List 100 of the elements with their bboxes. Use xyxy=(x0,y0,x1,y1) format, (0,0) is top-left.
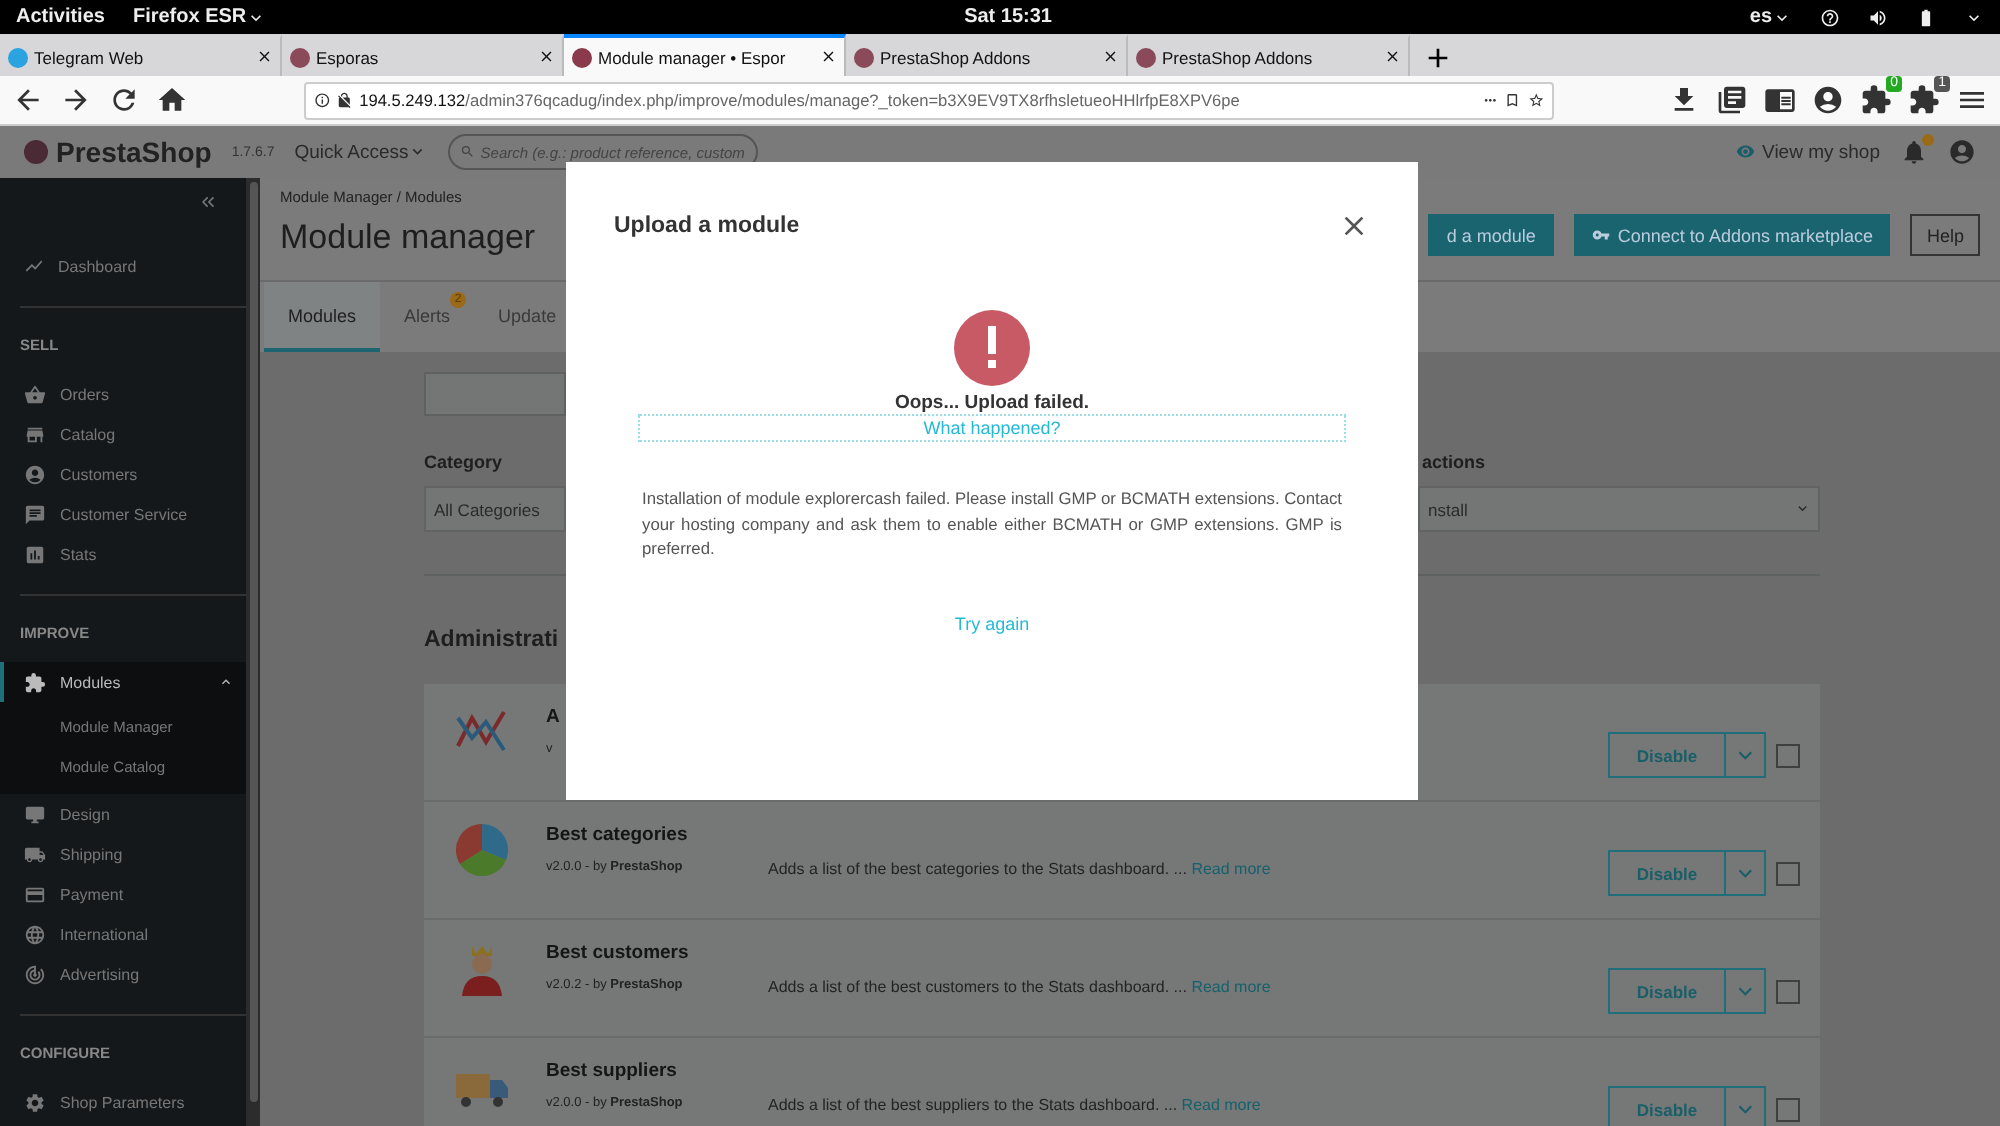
favicon-icon xyxy=(854,47,874,67)
what-happened-link[interactable]: What happened? xyxy=(638,414,1346,442)
module-name: Best suppliers xyxy=(546,1060,679,1082)
sidebar-item[interactable]: Customers xyxy=(0,454,246,494)
module-description: Adds a list of the best categories to the Stats dashboard. ... Read more xyxy=(768,860,1271,878)
insecure-lock-icon[interactable] xyxy=(336,91,354,109)
sidebar-item[interactable]: Dashboard xyxy=(0,246,246,286)
store-icon xyxy=(24,423,46,445)
page-tab[interactable]: Update xyxy=(474,282,557,352)
sidebar-item[interactable]: International xyxy=(0,914,246,954)
bell-icon[interactable] xyxy=(1900,138,1928,166)
category-select[interactable]: All Categories xyxy=(424,486,566,532)
close-icon[interactable] xyxy=(1101,48,1118,66)
extension-icon[interactable] xyxy=(1908,84,1940,116)
error-icon xyxy=(954,310,1030,386)
bulk-actions-label: actions xyxy=(1420,452,1488,472)
module-name: A xyxy=(546,706,562,728)
module-description: Adds a list of the best suppliers to the Stats dashboard. ... Read more xyxy=(768,1096,1261,1114)
bar-chart-icon xyxy=(24,543,46,565)
header-button[interactable]: d a module xyxy=(1428,214,1554,256)
truck-icon xyxy=(24,843,46,865)
checkbox[interactable] xyxy=(1776,743,1800,767)
sidebar-item[interactable]: Stats xyxy=(0,534,246,574)
language-menu[interactable]: es xyxy=(1749,6,1793,28)
trend-icon xyxy=(24,256,44,276)
forward-icon[interactable] xyxy=(60,84,92,116)
tab-title: Telegram Web xyxy=(34,47,146,67)
globe-icon xyxy=(24,923,46,945)
back-icon[interactable] xyxy=(12,84,44,116)
url-field[interactable]: 194.5.249.132/admin376qcadug/index.php/improve/modules/manage?_token=b3X9EV9TX8rfhsletueoHHlrfpE8XPV6pe xyxy=(304,81,1554,119)
category-label: Category xyxy=(424,452,505,472)
checkbox[interactable] xyxy=(1776,979,1800,1003)
settings-icon xyxy=(24,1091,46,1113)
favicon-icon xyxy=(290,47,310,67)
target-icon xyxy=(24,963,46,985)
search-icon xyxy=(459,144,475,160)
monitor-icon xyxy=(24,803,46,825)
help-button[interactable]: Help xyxy=(1910,214,1980,256)
sidebar-item[interactable]: Design xyxy=(0,794,246,834)
dialog-title: Upload a module xyxy=(614,214,800,238)
close-icon[interactable] xyxy=(1383,48,1400,66)
star-icon[interactable] xyxy=(1527,91,1544,109)
chevron-icon xyxy=(218,674,234,690)
favicon-icon xyxy=(8,47,28,67)
credit-card-icon xyxy=(24,883,46,905)
basket-icon xyxy=(24,383,46,405)
favicon-icon xyxy=(1136,47,1156,67)
key-icon xyxy=(1591,226,1610,244)
sidebar-item[interactable]: Payment xyxy=(0,874,246,914)
sidebar-item[interactable]: Modules xyxy=(0,662,246,702)
account-icon[interactable] xyxy=(1812,84,1844,116)
close-icon[interactable] xyxy=(255,48,272,66)
sidebar-item[interactable]: Catalog xyxy=(0,414,246,454)
close-icon[interactable] xyxy=(537,48,554,66)
header-button[interactable]: Connect to Addons marketplace xyxy=(1573,214,1891,256)
activities-button[interactable]: Activities xyxy=(16,6,105,28)
status-text: Oops... Upload failed. xyxy=(894,392,1090,414)
sidebar-icon[interactable] xyxy=(1764,84,1796,116)
section-title: Administrati xyxy=(424,628,559,652)
user-icon[interactable] xyxy=(1948,138,1976,166)
view-shop-link[interactable]: View my shop xyxy=(1735,141,1880,163)
sidebar-item[interactable]: Customer Service xyxy=(0,494,246,534)
help-icon[interactable] xyxy=(1820,7,1841,27)
volume-icon[interactable] xyxy=(1868,7,1889,27)
scrollbar[interactable] xyxy=(249,182,257,1102)
page-title: Module manager xyxy=(280,218,536,258)
page-tab[interactable]: Modules xyxy=(264,282,381,352)
checkbox[interactable] xyxy=(1776,1097,1800,1121)
tab-title: Esporas xyxy=(316,47,381,67)
app-menu[interactable]: Firefox ESR xyxy=(132,6,267,28)
library-icon[interactable] xyxy=(1716,84,1748,116)
bookmark-icon[interactable] xyxy=(1504,91,1522,109)
logo[interactable]: PrestaShop xyxy=(24,136,212,168)
sidebar-item[interactable]: Shipping xyxy=(0,834,246,874)
browser-tab[interactable]: Module manager • Espor xyxy=(564,34,846,76)
chat-icon xyxy=(24,503,46,525)
module-description: Adds a list of the best customers to the Stats dashboard. ... Read more xyxy=(768,978,1271,996)
clock[interactable]: Sat 15:31 xyxy=(964,6,1052,28)
checkbox[interactable] xyxy=(1776,861,1800,885)
home-icon[interactable] xyxy=(156,84,188,116)
module-search-field[interactable] xyxy=(424,372,566,416)
tab-title: Module manager • Espor xyxy=(598,47,788,67)
sidebar-item[interactable]: Advertising xyxy=(0,954,246,994)
collapse-icon[interactable] xyxy=(198,192,218,212)
try-again-link[interactable]: Try again xyxy=(954,613,1030,633)
tab-title: PrestaShop Addons xyxy=(1162,47,1315,67)
close-icon[interactable] xyxy=(819,48,836,66)
reload-icon[interactable] xyxy=(108,84,140,116)
bulk-actions-select[interactable]: nstall xyxy=(1418,486,1820,532)
info-icon[interactable] xyxy=(314,91,331,109)
error-message: Installation of module explorercash failed. Please install GMP or BCMATH extensions. Contact your hosting company and ask them to enable either BCMATH or GMP extensions. GMP is preferred. xyxy=(642,486,1342,561)
extension-icon[interactable] xyxy=(1860,84,1892,116)
sidebar-item[interactable]: Shop Parameters xyxy=(0,1082,246,1122)
tab-title: PrestaShop Addons xyxy=(880,47,1033,67)
favicon-icon xyxy=(572,47,592,67)
module-name: Best categories xyxy=(546,824,690,846)
sidebar-item[interactable]: Orders xyxy=(0,374,246,414)
puzzle-icon xyxy=(24,671,46,693)
quick-access-menu[interactable]: Quick Access xyxy=(294,141,428,163)
pie-chart-icon xyxy=(452,820,512,880)
